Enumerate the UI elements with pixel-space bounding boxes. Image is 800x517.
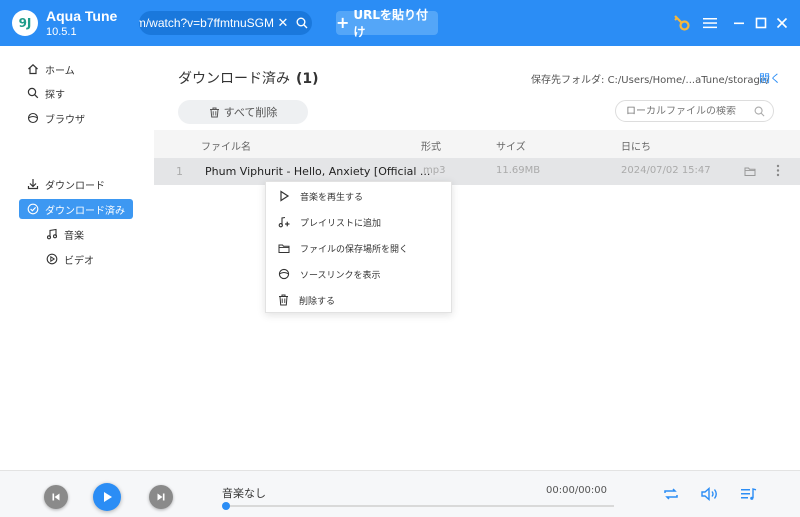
row-format: mp3 (423, 165, 446, 176)
table-row[interactable]: 1 Phum Viphurit - Hello, Anxiety [Offici… (154, 158, 800, 185)
browser-icon (27, 112, 39, 124)
folder-icon (278, 244, 290, 253)
skip-previous-icon (52, 493, 60, 501)
sidebar-item-home[interactable]: ホーム (19, 59, 133, 79)
sidebar-item-downloaded[interactable]: ダウンロード済み (19, 199, 133, 219)
delete-all-button[interactable]: すべて削除 (178, 100, 308, 124)
table-header: ファイル名 形式 サイズ 日にち (154, 130, 800, 158)
column-header-format[interactable]: 形式 (421, 138, 441, 153)
sidebar-item-label: ブラウザ (45, 114, 85, 126)
column-header-size[interactable]: サイズ (496, 138, 526, 153)
row-index: 1 (176, 165, 183, 178)
sidebar-item-video[interactable]: ビデオ (42, 249, 142, 269)
search-icon[interactable] (754, 106, 765, 117)
playlist-icon[interactable] (741, 487, 757, 504)
folder-icon[interactable] (744, 166, 756, 180)
menu-item-play[interactable]: 音楽を再生する (266, 184, 453, 208)
menu-item-add-to-playlist[interactable]: プレイリストに追加 (266, 210, 453, 234)
url-input-box[interactable]: https://www.youtube.com/watch?v=b7ffmtnu… (139, 11, 312, 35)
main-panel: ダウンロード済み (1) 保存先フォルダ: C:/Users/Home/...aT… (154, 46, 800, 470)
column-header-name[interactable]: ファイル名 (201, 138, 251, 153)
menu-item-open-location[interactable]: ファイルの保存場所を開く (266, 236, 453, 260)
sidebar-item-label: 探す (45, 89, 65, 101)
track-title: 音楽なし (222, 487, 266, 500)
sidebar-item-label: ダウンロード (45, 180, 105, 192)
sidebar-item-label: ホーム (45, 65, 75, 77)
previous-track-button[interactable] (44, 485, 68, 509)
row-file-name: Phum Viphurit - Hello, Anxiety [Official… (205, 165, 431, 178)
sidebar-item-download[interactable]: ダウンロード (19, 174, 133, 194)
add-to-playlist-icon (278, 216, 290, 228)
sidebar-item-search[interactable]: 探す (19, 83, 133, 103)
key-icon[interactable] (672, 13, 692, 33)
page-title: ダウンロード済み (1) (178, 68, 319, 88)
save-folder-label: 保存先フォルダ: (531, 75, 605, 86)
url-input[interactable]: https://www.youtube.com/watch?v=b7ffmtnu… (139, 16, 274, 30)
item-count: (1) (296, 71, 319, 87)
maximize-icon[interactable] (751, 13, 771, 33)
track-time: 00:00/00:00 (546, 485, 608, 496)
skip-next-icon (157, 493, 165, 501)
menu-icon[interactable] (700, 13, 720, 33)
title-bar: 9J Aqua Tune 10.5.1 https://www.youtube.… (0, 0, 800, 46)
row-size: 11.69MB (496, 165, 541, 176)
close-icon[interactable] (772, 13, 792, 33)
link-globe-icon (278, 268, 290, 280)
music-note-icon (46, 228, 58, 240)
sidebar-item-label: ダウンロード済み (45, 205, 125, 217)
more-options-icon[interactable] (776, 164, 780, 180)
trash-icon (279, 294, 288, 306)
sidebar-item-music[interactable]: 音楽 (42, 224, 142, 244)
menu-item-show-source-link[interactable]: ソースリンクを表示 (266, 262, 453, 286)
home-icon (28, 63, 38, 75)
menu-item-label: 削除する (299, 296, 336, 307)
save-folder-path: C:/Users/Home/...aTune/storage/ (607, 75, 770, 86)
delete-all-label: すべて削除 (223, 106, 278, 119)
local-search-input[interactable] (626, 105, 756, 117)
minimize-icon[interactable] (729, 13, 749, 33)
volume-icon[interactable] (701, 486, 719, 504)
local-file-search[interactable] (615, 100, 774, 122)
progress-knob[interactable] (222, 502, 230, 510)
play-button[interactable] (93, 483, 121, 511)
search-icon (27, 87, 39, 99)
page-title-text: ダウンロード済み (178, 71, 290, 87)
video-icon (46, 253, 58, 265)
play-icon (104, 492, 112, 502)
open-folder-link[interactable]: 開く (759, 70, 781, 86)
progress-bar[interactable] (222, 502, 614, 510)
play-outline-icon (280, 190, 290, 202)
menu-item-label: ファイルの保存場所を開く (300, 244, 409, 255)
app-logo: 9J (12, 10, 38, 36)
column-header-date[interactable]: 日にち (621, 138, 651, 153)
app-version: 10.5.1 (46, 26, 77, 38)
paste-url-button[interactable]: + URLを貼り付け (336, 8, 438, 39)
trash-icon (209, 107, 219, 117)
row-date: 2024/07/02 15:47 (621, 165, 711, 176)
clear-url-icon[interactable]: ✕ (274, 16, 292, 31)
plus-icon: + (336, 12, 350, 32)
context-menu: 音楽を再生する プレイリストに追加 ファイルの保存場所を開く ソースリンクを表示… (265, 181, 452, 313)
search-icon[interactable] (292, 17, 312, 29)
app-name: Aqua Tune (46, 8, 118, 24)
repeat-icon[interactable] (663, 487, 679, 504)
paste-url-label: URLを貼り付け (353, 8, 429, 39)
sidebar-item-label: 音楽 (64, 230, 84, 242)
download-icon (27, 179, 39, 190)
menu-item-label: ソースリンクを表示 (300, 270, 381, 281)
sidebar-item-browser[interactable]: ブラウザ (19, 108, 133, 128)
menu-item-label: 音楽を再生する (300, 192, 364, 203)
sidebar-item-label: ビデオ (64, 255, 94, 267)
menu-item-delete[interactable]: 削除する (266, 288, 453, 312)
next-track-button[interactable] (149, 485, 173, 509)
save-folder-info: 保存先フォルダ: C:/Users/Home/...aTune/storage/ (531, 71, 769, 86)
check-circle-icon (27, 203, 39, 215)
app-logo-text: 9J (18, 16, 32, 30)
menu-item-label: プレイリストに追加 (300, 218, 382, 229)
player-bar: 音楽なし 00:00/00:00 (0, 470, 800, 517)
sidebar: ホーム 探す ブラウザ ダウンロード ダウンロード済み 音楽 ビデオ (0, 46, 154, 470)
